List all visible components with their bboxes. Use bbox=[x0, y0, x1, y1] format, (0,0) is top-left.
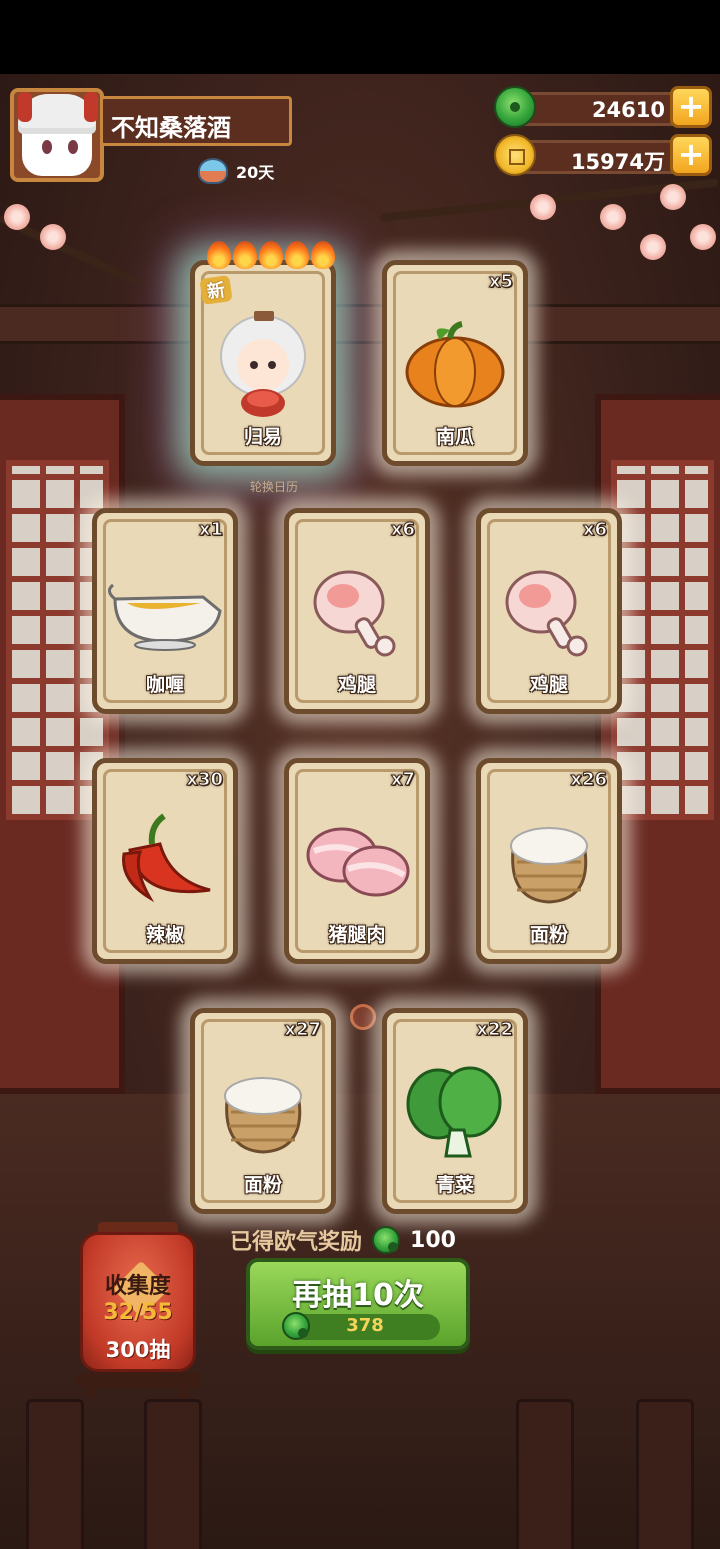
card-count: x27 bbox=[284, 1019, 322, 1041]
left-window bbox=[0, 394, 125, 1094]
card-label: 南瓜 bbox=[435, 426, 474, 448]
card-chili[interactable]: x30 辣椒 bbox=[92, 758, 238, 964]
card-label: 鸡腿 bbox=[337, 674, 376, 696]
reward-label: 已得欧气奖励 bbox=[230, 1230, 363, 1255]
collection-pulls: 300抽 bbox=[105, 1338, 171, 1362]
coin-icon bbox=[494, 134, 536, 176]
coin-amount: 15974万 bbox=[570, 150, 665, 174]
reward-value: 100 bbox=[410, 1227, 456, 1253]
card-character[interactable]: 新 归易 bbox=[190, 241, 336, 466]
card-label: 鸡腿 bbox=[529, 674, 568, 696]
days-counter: 20天 bbox=[198, 158, 274, 184]
player-name-bar: 不知桑落酒 bbox=[100, 96, 292, 146]
chili-icon bbox=[122, 813, 211, 903]
greens-icon bbox=[406, 1066, 502, 1158]
card-drumstick[interactable]: x6 鸡腿 bbox=[476, 508, 622, 714]
drumstick-icon bbox=[313, 570, 396, 657]
bowl-icon bbox=[198, 158, 228, 184]
card-label: 面粉 bbox=[243, 1174, 282, 1196]
card-curry[interactable]: x1 咖喱 bbox=[92, 508, 238, 714]
collection-label: 收集度 bbox=[104, 1274, 171, 1299]
pork-icon bbox=[306, 827, 410, 897]
draw-again-button[interactable]: 再抽10次 378 bbox=[246, 1258, 470, 1350]
center-target-icon bbox=[350, 1004, 376, 1030]
draw-button-label: 再抽10次 bbox=[292, 1278, 424, 1313]
card-label: 面粉 bbox=[529, 924, 568, 946]
card-count: x22 bbox=[476, 1019, 514, 1041]
drumstick-icon bbox=[505, 570, 588, 657]
card-pork[interactable]: x7 猪腿肉 bbox=[284, 758, 430, 964]
card-count: x6 bbox=[582, 519, 607, 541]
coin-currency: 15974万 + bbox=[494, 134, 712, 176]
card-label: 青菜 bbox=[435, 1174, 474, 1196]
card-flour[interactable]: x26 面粉 bbox=[476, 758, 622, 964]
collection-lantern[interactable]: 收集度 32/55 300抽 bbox=[76, 1222, 200, 1398]
add-jade-button[interactable]: + bbox=[670, 86, 712, 128]
card-flour[interactable]: x27 面粉 bbox=[190, 1008, 336, 1214]
jade-amount: 24610 bbox=[591, 98, 665, 122]
flour-sack-icon bbox=[510, 826, 588, 904]
wall-beam bbox=[0, 304, 720, 344]
curry-icon bbox=[108, 583, 222, 651]
jade-icon bbox=[372, 1226, 401, 1254]
card-greens[interactable]: x22 青菜 bbox=[382, 1008, 528, 1214]
card-count: x6 bbox=[390, 519, 415, 541]
draw-cost-value: 378 bbox=[346, 1315, 384, 1336]
pumpkin-icon bbox=[405, 320, 505, 408]
right-window bbox=[595, 394, 720, 1094]
card-label: 辣椒 bbox=[145, 924, 184, 946]
flour-sack-icon bbox=[224, 1076, 302, 1154]
add-coin-button[interactable]: + bbox=[670, 134, 712, 176]
player-avatar[interactable] bbox=[10, 88, 104, 182]
collection-progress: 32/55 bbox=[103, 1300, 173, 1325]
card-drumstick[interactable]: x6 鸡腿 bbox=[284, 508, 430, 714]
days-text: 20天 bbox=[236, 163, 275, 182]
card-count: x26 bbox=[570, 769, 608, 791]
calendar-label: 轮换日历 bbox=[250, 480, 299, 494]
jade-icon bbox=[494, 86, 536, 128]
character-art bbox=[220, 310, 306, 417]
card-label: 咖喱 bbox=[145, 674, 184, 696]
rarity-flames bbox=[207, 241, 335, 269]
card-label: 猪腿肉 bbox=[328, 924, 386, 946]
card-count: x7 bbox=[390, 769, 415, 791]
reward-summary: 已得欧气奖励 100 bbox=[230, 1224, 456, 1256]
card-pumpkin[interactable]: x5 南瓜 bbox=[382, 260, 528, 466]
card-count: x1 bbox=[198, 519, 223, 541]
player-name: 不知桑落酒 bbox=[111, 114, 231, 142]
card-count: x30 bbox=[186, 769, 224, 791]
jade-currency: 24610 + bbox=[494, 86, 712, 128]
card-label: 归易 bbox=[243, 426, 282, 448]
card-count: x5 bbox=[488, 271, 513, 293]
draw-cost: 378 bbox=[282, 1312, 440, 1340]
